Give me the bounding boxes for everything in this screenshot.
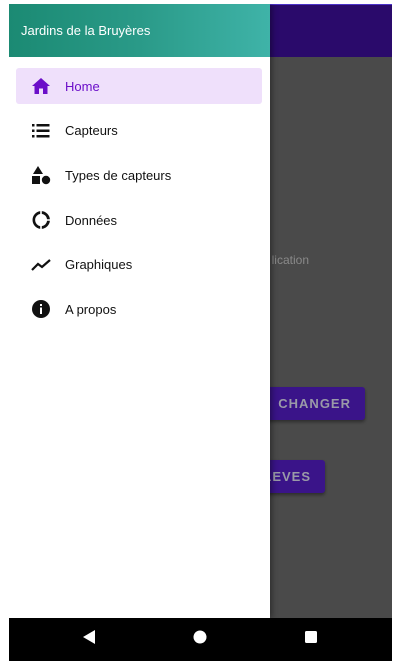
navigation-drawer: Jardins de la Bruyères Home Capteurs Typ… [9, 4, 270, 618]
back-button[interactable] [59, 618, 119, 661]
menu-item-label: Capteurs [65, 123, 118, 139]
releves-button-label: LEVES [263, 469, 311, 484]
menu-item-types-de-capteurs[interactable]: Types de capteurs [16, 157, 262, 193]
shapes-icon [30, 164, 52, 186]
recents-button[interactable] [281, 618, 341, 661]
drawer-title: Jardins de la Bruyères [21, 23, 151, 38]
releves-button: LEVES [263, 460, 325, 493]
drawer-header: Jardins de la Bruyères [9, 4, 270, 57]
home-icon [30, 75, 52, 97]
menu-item-label: A propos [65, 301, 117, 317]
donut-chart-icon [30, 209, 52, 231]
back-icon [82, 629, 96, 650]
drawer-menu: Home Capteurs Types de capteurs Données … [16, 68, 262, 336]
change-button: CHANGER [263, 387, 365, 420]
menu-item-label: Home [65, 78, 100, 94]
menu-item-label: Données [65, 212, 118, 228]
home-circle-icon [192, 629, 208, 650]
app-screen: lication CHANGER LEVES Jardins de la Bru… [9, 4, 392, 661]
change-button-label: CHANGER [278, 396, 351, 411]
home-button[interactable] [170, 618, 230, 661]
info-icon [30, 298, 52, 320]
menu-item-home[interactable]: Home [16, 68, 262, 104]
menu-item-label: Graphiques [65, 257, 133, 273]
system-navigation-bar [9, 618, 392, 661]
list-icon [30, 120, 52, 142]
recents-icon [304, 630, 318, 649]
menu-item-graphiques[interactable]: Graphiques [16, 247, 262, 283]
menu-item-donnees[interactable]: Données [16, 202, 262, 238]
menu-item-capteurs[interactable]: Capteurs [16, 113, 262, 149]
menu-item-label: Types de capteurs [65, 167, 172, 183]
line-chart-icon [30, 254, 52, 276]
menu-item-a-propos[interactable]: A propos [16, 291, 262, 327]
